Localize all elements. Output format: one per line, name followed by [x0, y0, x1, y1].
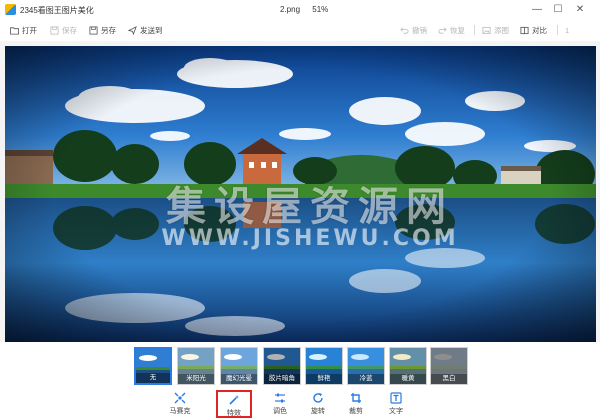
mosaic-icon — [174, 392, 186, 404]
save-as-icon — [89, 25, 98, 35]
rotate-tool-button[interactable]: 旋转 — [300, 390, 336, 418]
file-info: 2.png 51% — [280, 5, 328, 14]
minimize-button[interactable]: — — [528, 2, 546, 18]
crop-tool-label: 裁剪 — [349, 408, 363, 415]
effects-tool-button[interactable]: 特效 — [216, 390, 252, 418]
filter-thumb[interactable]: 暖黄 — [389, 347, 427, 385]
crop-icon — [351, 393, 361, 403]
mosaic-tool-button[interactable]: 马赛克 — [162, 390, 198, 418]
mosaic-tool-label: 马赛克 — [169, 408, 191, 415]
photo-preview: 集设屋资源网 WWW.JISHEWU.COM — [5, 46, 596, 342]
redo-label: 恢复 — [450, 25, 465, 35]
folder-icon — [10, 26, 19, 35]
filter-strip: 无 米阳光 魔幻光晕 胶片暗角 鲜艳 冷蓝 暖黄 黑白 — [0, 343, 600, 388]
filter-thumb[interactable]: 胶片暗角 — [263, 347, 301, 385]
app-logo-icon — [5, 4, 16, 15]
compare-button[interactable]: 对比 — [520, 23, 547, 37]
undo-icon — [400, 27, 409, 34]
text-icon — [390, 392, 402, 404]
filter-label: 冷蓝 — [348, 374, 384, 384]
add-image-button[interactable]: 添图 — [482, 23, 509, 37]
open-button[interactable]: 打开 — [10, 23, 37, 37]
send-to-button[interactable]: 发送到 — [128, 23, 163, 37]
watermark-text-en: WWW.JISHEWU.COM — [161, 226, 459, 251]
filter-label: 胶片暗角 — [264, 374, 300, 384]
filter-label: 魔幻光晕 — [221, 374, 257, 384]
undo-label: 撤销 — [412, 25, 427, 35]
save-as-label: 另存 — [101, 25, 116, 35]
save-button[interactable]: 保存 — [50, 23, 77, 37]
filter-thumb[interactable]: 鲜艳 — [305, 347, 343, 385]
undo-button[interactable]: 撤销 — [400, 23, 427, 37]
page-indicator: 1 — [565, 23, 569, 37]
app-title: 2345看图王图片美化 — [20, 6, 94, 15]
adjust-tool-label: 调色 — [273, 408, 287, 415]
compare-icon — [520, 26, 529, 34]
save-label: 保存 — [62, 25, 77, 35]
rotate-tool-label: 旋转 — [311, 408, 325, 415]
open-label: 打开 — [22, 25, 37, 35]
image-add-icon — [482, 26, 491, 34]
send-icon — [128, 25, 137, 35]
filter-thumb[interactable]: 米阳光 — [177, 347, 215, 385]
text-tool-label: 文字 — [389, 408, 403, 415]
title-bar: 2345看图王图片美化 2.png 51% — ☐ ✕ — [0, 0, 600, 20]
magic-wand-icon — [229, 395, 239, 405]
redo-button[interactable]: 恢复 — [438, 23, 465, 37]
text-tool-button[interactable]: 文字 — [378, 390, 414, 418]
filter-thumb[interactable]: 冷蓝 — [347, 347, 385, 385]
filter-thumb[interactable]: 无 — [134, 347, 172, 385]
redo-icon — [438, 27, 447, 34]
save-as-button[interactable]: 另存 — [89, 23, 116, 37]
maximize-button[interactable]: ☐ — [549, 2, 567, 18]
filter-thumb[interactable]: 魔幻光晕 — [220, 347, 258, 385]
effects-tool-label: 特效 — [227, 410, 241, 417]
close-button[interactable]: ✕ — [571, 2, 589, 18]
filter-label: 米阳光 — [178, 374, 214, 384]
crop-tool-button[interactable]: 裁剪 — [338, 390, 374, 418]
tool-bar: 马赛克 特效 调色 旋转 裁剪 文字 — [0, 388, 600, 419]
send-to-label: 发送到 — [140, 25, 163, 35]
adjust-tool-button[interactable]: 调色 — [262, 390, 298, 418]
filter-label: 无 — [136, 373, 170, 383]
file-name: 2.png — [280, 5, 301, 14]
filter-thumb[interactable]: 黑白 — [430, 347, 468, 385]
sliders-icon — [275, 393, 285, 403]
rotate-icon — [313, 393, 323, 403]
add-image-label: 添图 — [494, 25, 509, 35]
image-canvas[interactable]: 集设屋资源网 WWW.JISHEWU.COM — [0, 41, 600, 342]
filter-label: 鲜艳 — [306, 374, 342, 384]
save-icon — [50, 25, 59, 35]
page-indicator-label: 1 — [565, 25, 570, 35]
compare-label: 对比 — [532, 25, 547, 35]
filter-label: 黑白 — [431, 374, 467, 384]
toolbar-divider — [557, 25, 558, 35]
filter-label: 暖黄 — [390, 374, 426, 384]
zoom-level: 51% — [312, 5, 329, 14]
watermark-text-cn: 集设屋资源网 — [166, 184, 454, 230]
toolbar-divider — [474, 25, 475, 35]
toolbar: 打开 保存 另存 发送到 撤销 恢复 添图 对比 1 — [0, 20, 600, 40]
